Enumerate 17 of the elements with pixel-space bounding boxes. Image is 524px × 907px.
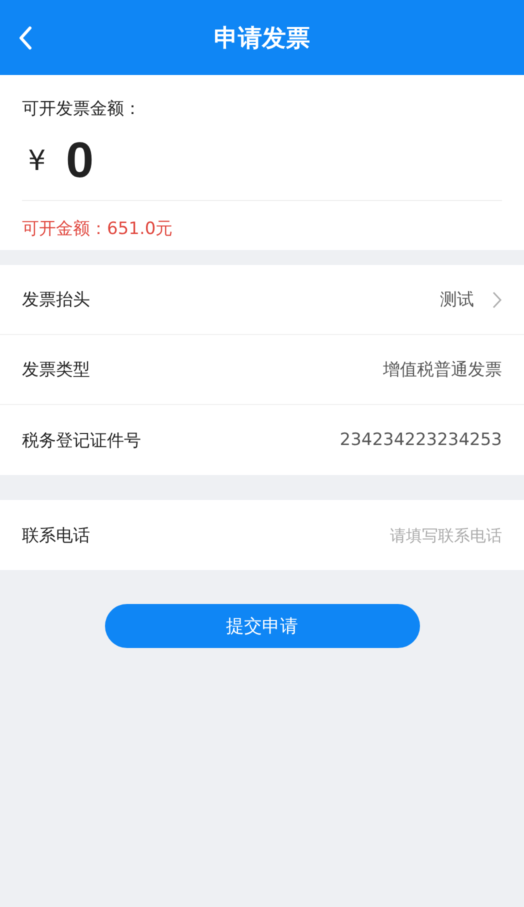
back-icon [18,26,32,50]
row-value: 234234223234253 [340,430,502,450]
row-label: 发票抬头 [22,289,90,311]
page-title: 申请发票 [214,22,310,54]
invoice-title-selector[interactable]: 测试 [440,288,502,311]
currency-symbol: ¥ [28,144,46,176]
phone-field[interactable]: 请填写联系电话 [282,526,502,544]
row-value: 增值税普通发票 [383,359,502,381]
available-amount: 可开金额：651.0元 [22,218,174,240]
row-label: 税务登记证件号 [22,430,141,452]
amount-label: 可开发票金额： [22,98,142,120]
amount-value: 0 [66,131,94,189]
row-label: 发票类型 [22,359,90,381]
chevron-icon [492,290,502,308]
submit-button[interactable]: 提交申请 [104,604,420,648]
row-label: 联系电话 [22,524,90,546]
back-button[interactable] [18,26,32,50]
